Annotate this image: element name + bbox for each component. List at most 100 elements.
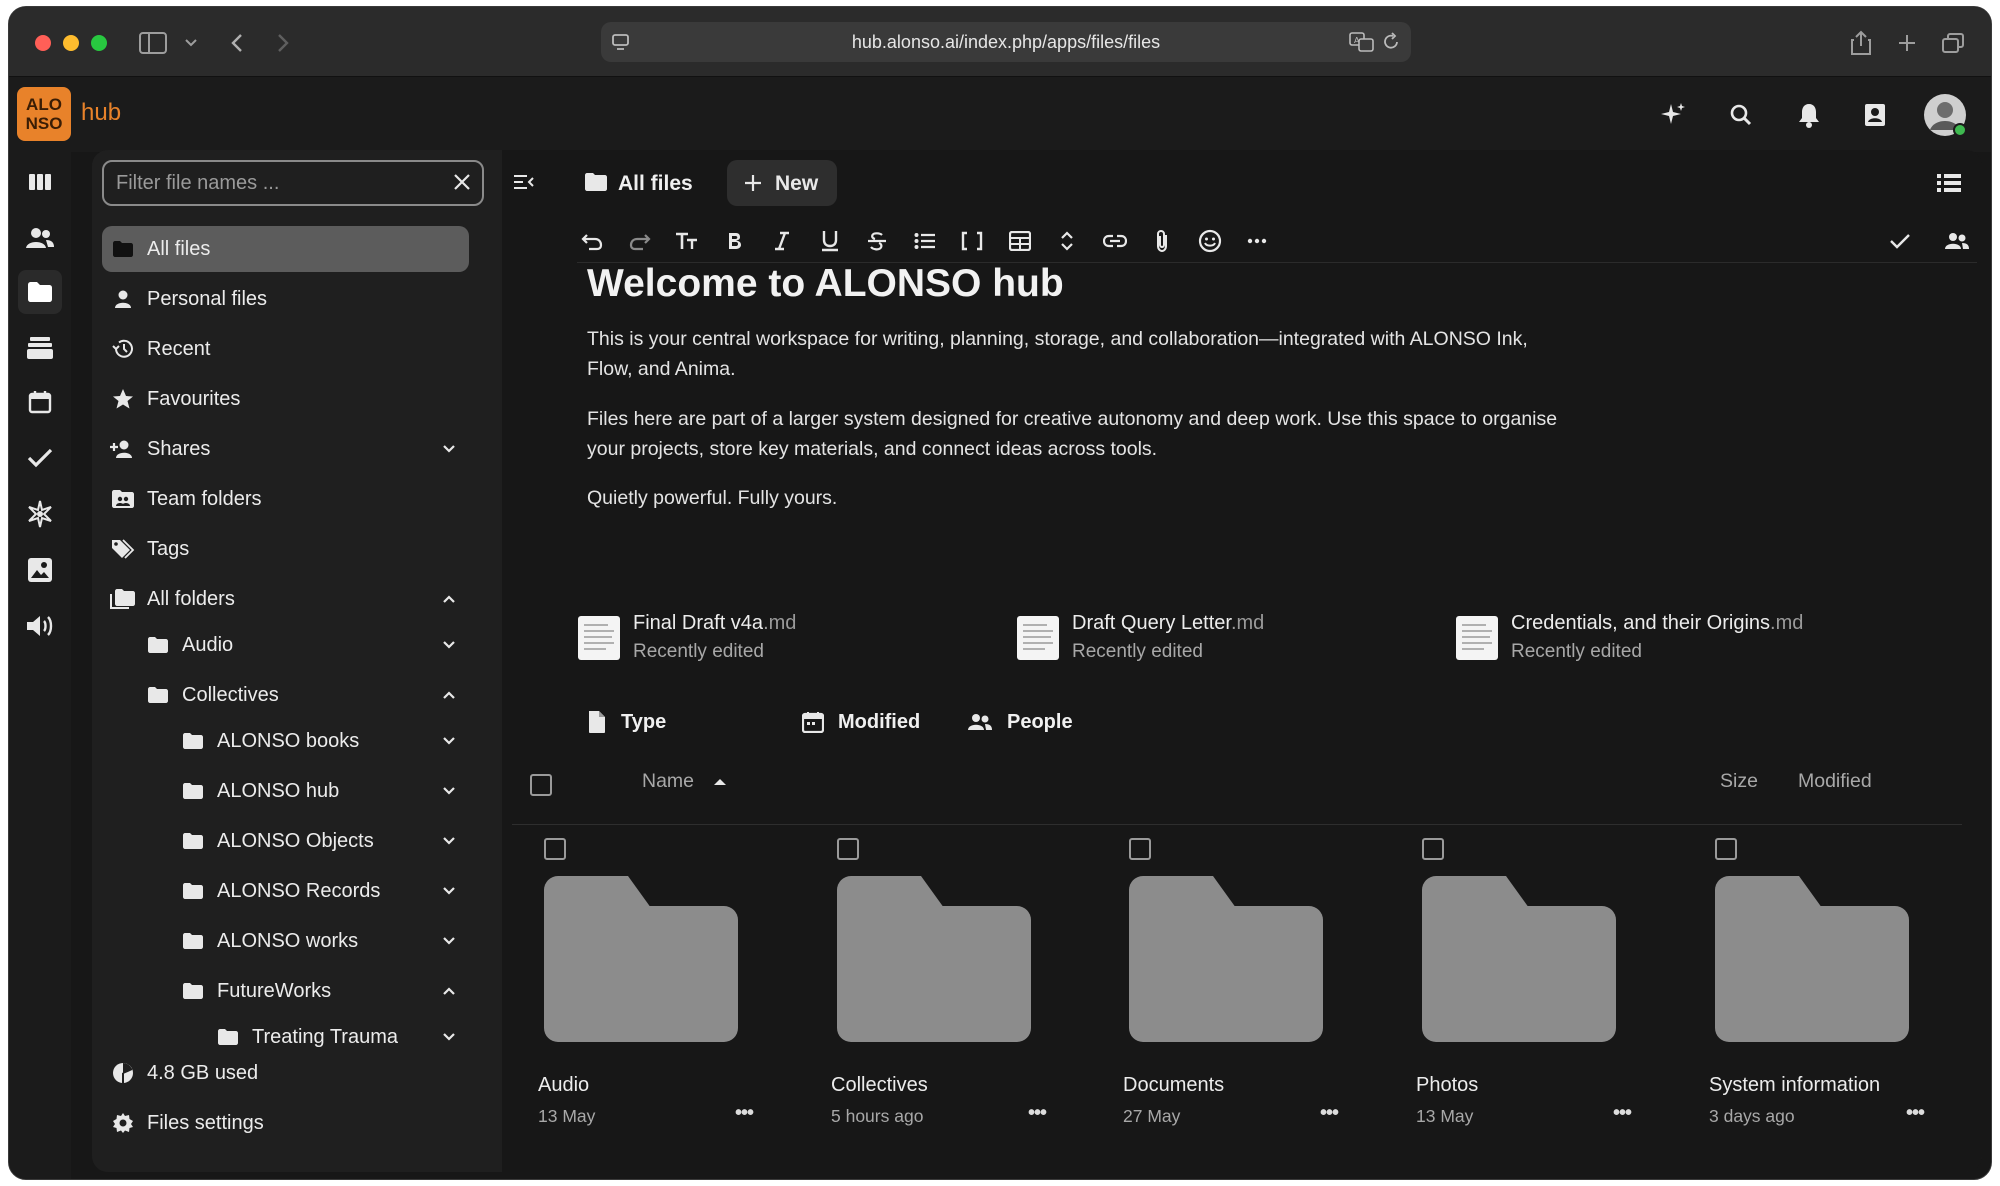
folder-checkbox[interactable] <box>1715 838 1737 860</box>
search-icon[interactable] <box>1723 97 1759 133</box>
recent-file-card[interactable]: Final Draft v4a.md Recently edited <box>578 608 998 678</box>
breadcrumb-all-files[interactable]: All files <box>618 172 693 196</box>
collaborators-icon[interactable] <box>1942 226 1972 256</box>
storage-usage[interactable]: 4.8 GB used <box>102 1050 469 1096</box>
recent-file-card[interactable]: Draft Query Letter.md Recently edited <box>1017 608 1437 678</box>
contacts-icon[interactable] <box>1857 97 1893 133</box>
bullet-list-icon[interactable] <box>910 226 940 256</box>
clear-filter-close-icon[interactable] <box>452 172 472 197</box>
column-modified-header[interactable]: Modified <box>1798 770 1872 793</box>
files-folder-icon[interactable] <box>18 270 62 314</box>
folder-card[interactable]: Photos 13 May ••• <box>1408 838 1678 1158</box>
chevron-down-icon[interactable] <box>437 779 461 803</box>
chevron-down-icon[interactable] <box>437 879 461 903</box>
share-icon[interactable] <box>1845 27 1877 59</box>
minimize-window-button[interactable] <box>63 35 79 51</box>
collapse-sidebar-icon[interactable] <box>512 172 540 196</box>
folder-checkbox[interactable] <box>544 838 566 860</box>
more-options-icon[interactable] <box>1242 226 1272 256</box>
chevron-up-icon[interactable] <box>437 979 461 1003</box>
sidebar-item-all-files[interactable]: All files <box>102 226 469 272</box>
bold-icon[interactable] <box>720 226 750 256</box>
new-tab-icon[interactable] <box>1891 27 1923 59</box>
saved-check-icon[interactable] <box>1885 226 1915 256</box>
chevron-up-icon[interactable] <box>437 587 461 611</box>
code-block-icon[interactable] <box>957 226 987 256</box>
back-icon[interactable] <box>221 27 253 59</box>
column-size-header[interactable]: Size <box>1720 770 1758 793</box>
tree-item-collectives[interactable]: Collectives <box>102 672 469 718</box>
chevron-down-icon[interactable] <box>437 1025 461 1049</box>
app-brand[interactable]: hub <box>81 99 121 127</box>
chevron-down-icon[interactable] <box>437 829 461 853</box>
reload-icon[interactable] <box>1381 31 1401 58</box>
sidebar-item-recent[interactable]: Recent <box>102 326 469 372</box>
chevron-down-icon[interactable] <box>437 437 461 461</box>
folder-card[interactable]: Collectives 5 hours ago ••• <box>823 838 1093 1158</box>
folder-checkbox[interactable] <box>1422 838 1444 860</box>
folder-card[interactable]: System information 3 days ago ••• <box>1701 838 1971 1158</box>
filter-modified-button[interactable]: Modified <box>802 700 920 744</box>
app-logo[interactable]: ALO NSO <box>17 87 71 141</box>
folder-checkbox[interactable] <box>837 838 859 860</box>
calendar-icon[interactable] <box>18 380 62 424</box>
close-window-button[interactable] <box>35 35 51 51</box>
tree-item-audio[interactable]: Audio <box>102 622 469 668</box>
user-avatar[interactable] <box>1921 91 1969 139</box>
sidebar-item-all-folders[interactable]: All folders <box>102 576 469 622</box>
recent-file-card[interactable]: Credentials, and their Origins.md Recent… <box>1456 608 1876 678</box>
contacts-people-icon[interactable] <box>18 216 62 260</box>
anima-star-icon[interactable] <box>18 492 62 536</box>
redo-icon[interactable] <box>625 226 655 256</box>
sidebar-item-favourites[interactable]: Favourites <box>102 376 469 422</box>
forward-icon[interactable] <box>267 27 299 59</box>
folder-card[interactable]: Documents 27 May ••• <box>1115 838 1385 1158</box>
sidebar-toggle-icon[interactable] <box>137 27 169 59</box>
tree-item-alonso-records[interactable]: ALONSO Records <box>102 868 469 914</box>
list-view-icon[interactable] <box>1936 172 1962 199</box>
tree-item-futureworks[interactable]: FutureWorks <box>102 968 469 1014</box>
filter-type-button[interactable]: Type <box>587 700 666 744</box>
folder-card[interactable]: Audio 13 May ••• <box>530 838 800 1158</box>
folder-actions-more-icon[interactable]: ••• <box>1023 1102 1051 1124</box>
underline-icon[interactable] <box>815 226 845 256</box>
select-all-checkbox[interactable] <box>530 774 552 796</box>
link-icon[interactable] <box>1100 226 1130 256</box>
chevron-down-icon[interactable] <box>175 27 207 59</box>
photos-image-icon[interactable] <box>18 548 62 592</box>
dashboard-icon[interactable] <box>18 160 62 204</box>
filter-file-names-input[interactable] <box>116 170 436 196</box>
strikethrough-icon[interactable] <box>862 226 892 256</box>
translate-icon[interactable]: A <box>1349 31 1375 58</box>
folder-actions-more-icon[interactable]: ••• <box>1608 1102 1636 1124</box>
tree-item-alonso-hub[interactable]: ALONSO hub <box>102 768 469 814</box>
sidebar-item-tags[interactable]: Tags <box>102 526 469 572</box>
address-bar[interactable]: hub.alonso.ai/index.php/apps/files/files… <box>601 22 1411 62</box>
text-size-icon[interactable] <box>672 226 702 256</box>
italic-icon[interactable] <box>767 226 797 256</box>
zoom-window-button[interactable] <box>91 35 107 51</box>
folder-actions-more-icon[interactable]: ••• <box>1315 1102 1343 1124</box>
tree-item-alonso-works[interactable]: ALONSO works <box>102 918 469 964</box>
chevron-down-icon[interactable] <box>437 729 461 753</box>
sparkle-assistant-icon[interactable] <box>1655 97 1691 133</box>
folder-actions-more-icon[interactable]: ••• <box>730 1102 758 1124</box>
tasks-check-icon[interactable] <box>18 436 62 480</box>
chevron-down-icon[interactable] <box>437 929 461 953</box>
folder-actions-more-icon[interactable]: ••• <box>1901 1102 1929 1124</box>
sidebar-item-team-folders[interactable]: Team folders <box>102 476 469 522</box>
folder-checkbox[interactable] <box>1129 838 1151 860</box>
emoji-icon[interactable] <box>1195 226 1225 256</box>
tree-item-alonso-objects[interactable]: ALONSO Objects <box>102 818 469 864</box>
filter-people-button[interactable]: People <box>967 700 1073 744</box>
undo-icon[interactable] <box>577 226 607 256</box>
files-settings-button[interactable]: Files settings <box>102 1100 469 1146</box>
chevron-down-icon[interactable] <box>437 633 461 657</box>
attachment-icon[interactable] <box>1147 226 1177 256</box>
sidebar-item-shares[interactable]: Shares <box>102 426 469 472</box>
column-name-header[interactable]: Name <box>642 770 727 793</box>
chevron-up-icon[interactable] <box>437 683 461 707</box>
notifications-bell-icon[interactable] <box>1791 97 1827 133</box>
audio-speaker-icon[interactable] <box>18 604 62 648</box>
table-icon[interactable] <box>1005 226 1035 256</box>
